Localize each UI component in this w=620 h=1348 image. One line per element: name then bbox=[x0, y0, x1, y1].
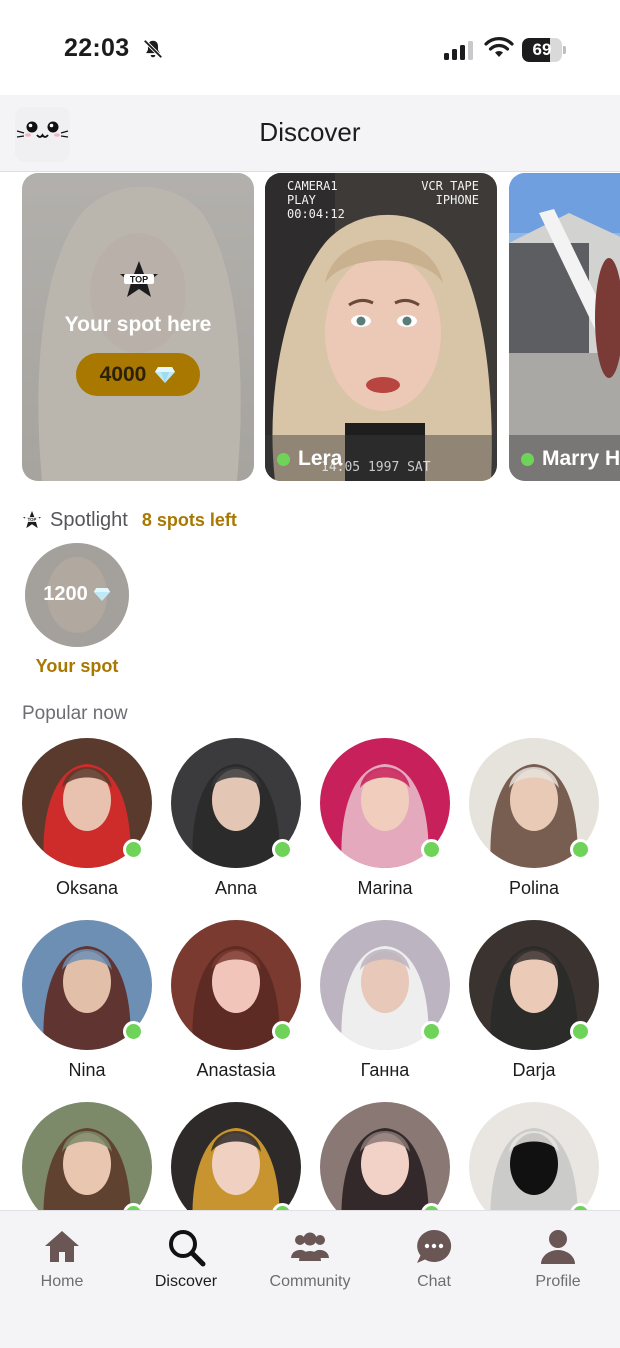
top-star-icon: TOP bbox=[22, 510, 42, 529]
featured-profile-name: Lera bbox=[277, 447, 342, 471]
tab-bar: Home Discover Community Chat Profile bbox=[0, 1210, 620, 1348]
section-title: Popular now bbox=[22, 703, 128, 724]
buy-spot-button[interactable]: 4000 bbox=[76, 353, 200, 396]
profile-tile[interactable]: Ганна bbox=[320, 920, 454, 1090]
profile-tile[interactable]: Darja bbox=[469, 920, 603, 1090]
online-indicator bbox=[277, 452, 290, 466]
online-indicator bbox=[521, 452, 534, 466]
profile-tile[interactable]: Oksana bbox=[22, 738, 156, 908]
tab-discover[interactable]: Discover bbox=[124, 1227, 248, 1291]
search-icon bbox=[169, 1230, 206, 1267]
avatar[interactable] bbox=[171, 1102, 301, 1210]
app-header: Discover bbox=[0, 95, 620, 172]
profile-name: Marina bbox=[357, 878, 413, 898]
page-title: Discover bbox=[259, 117, 361, 147]
diamond-icon bbox=[155, 366, 176, 383]
profile-tile[interactable]: Nina bbox=[22, 920, 156, 1090]
featured-profile-card[interactable]: Marry H bbox=[509, 173, 620, 481]
promo-spot-price: 4000 bbox=[99, 362, 147, 386]
online-indicator bbox=[421, 839, 442, 860]
vcr-overlay-left: CAMERA1 PLAY 00:04:12 bbox=[287, 179, 345, 221]
profile-tile[interactable]: Polina bbox=[469, 738, 603, 908]
battery-indicator: 69 bbox=[522, 38, 566, 62]
profile-name: Darja bbox=[512, 1060, 556, 1080]
home-icon bbox=[45, 1231, 79, 1262]
spotlight-header: TOP Spotlight 8 spots left bbox=[22, 506, 237, 534]
svg-text:TOP: TOP bbox=[28, 517, 37, 522]
tab-chat[interactable]: Chat bbox=[372, 1227, 496, 1291]
your-spot-label: Your spot bbox=[35, 656, 119, 676]
online-indicator bbox=[570, 1021, 591, 1042]
spot-price: 1200 bbox=[25, 583, 129, 606]
avatar[interactable] bbox=[469, 1102, 599, 1210]
spots-left-count: 8 spots left bbox=[141, 509, 237, 530]
battery-percentage: 69 bbox=[532, 40, 552, 59]
online-indicator bbox=[123, 839, 144, 860]
vcr-overlay-right: VCR TAPE IPHONE bbox=[421, 179, 479, 207]
profile-name: Ганна bbox=[360, 1060, 410, 1080]
avatar[interactable] bbox=[22, 1102, 152, 1210]
profile-name: Nina bbox=[68, 1060, 106, 1080]
bell-muted-icon bbox=[143, 39, 163, 59]
profile-tile[interactable] bbox=[469, 1102, 603, 1210]
tab-profile[interactable]: Profile bbox=[496, 1227, 620, 1291]
profile-name: Anna bbox=[214, 878, 258, 898]
online-indicator bbox=[421, 1021, 442, 1042]
online-indicator bbox=[570, 839, 591, 860]
tab-community[interactable]: Community bbox=[248, 1227, 372, 1291]
tab-home[interactable]: Home bbox=[0, 1227, 124, 1291]
featured-profile-card[interactable]: CAMERA1 PLAY 00:04:12 VCR TAPE IPHONE 14… bbox=[265, 173, 497, 481]
cellular-signal-icon bbox=[444, 41, 473, 60]
spotlight-title: Spotlight bbox=[50, 508, 128, 531]
featured-carousel[interactable]: TOP Your spot here 4000 CAMERA1 PLAY 00:… bbox=[0, 172, 620, 484]
profile-tile[interactable]: Marina bbox=[320, 738, 454, 908]
profile-tile[interactable]: Anna bbox=[171, 738, 305, 908]
profile-name: Oksana bbox=[55, 878, 119, 898]
wifi-icon bbox=[484, 37, 514, 57]
avatar[interactable] bbox=[320, 1102, 450, 1210]
promo-spot-card[interactable]: TOP Your spot here 4000 bbox=[22, 173, 254, 481]
status-bar: 22:03 69 bbox=[0, 0, 620, 95]
your-spot-button[interactable]: 1200 bbox=[25, 543, 129, 647]
status-time: 22:03 bbox=[64, 34, 130, 62]
promo-spot-text: Your spot here bbox=[64, 313, 212, 336]
profile-name: Polina bbox=[508, 878, 560, 898]
featured-profile-name: Marry H bbox=[521, 447, 620, 471]
profile-icon bbox=[541, 1230, 575, 1264]
diamond-icon bbox=[93, 587, 110, 602]
top-star-icon: TOP bbox=[120, 261, 158, 297]
popular-grid: Oksana Anna Marina Polina Nina Anastasia Ганна… bbox=[0, 738, 620, 1210]
community-icon bbox=[290, 1232, 330, 1261]
profile-tile[interactable]: Anastasia bbox=[171, 920, 305, 1090]
profile-tile[interactable] bbox=[171, 1102, 305, 1210]
profile-tile[interactable] bbox=[320, 1102, 454, 1210]
svg-text:TOP: TOP bbox=[130, 275, 148, 285]
online-indicator bbox=[272, 839, 293, 860]
online-indicator bbox=[272, 1021, 293, 1042]
online-indicator bbox=[123, 1021, 144, 1042]
chat-bubble-icon bbox=[417, 1229, 452, 1263]
profile-tile[interactable] bbox=[22, 1102, 156, 1210]
profile-name: Anastasia bbox=[196, 1060, 276, 1080]
